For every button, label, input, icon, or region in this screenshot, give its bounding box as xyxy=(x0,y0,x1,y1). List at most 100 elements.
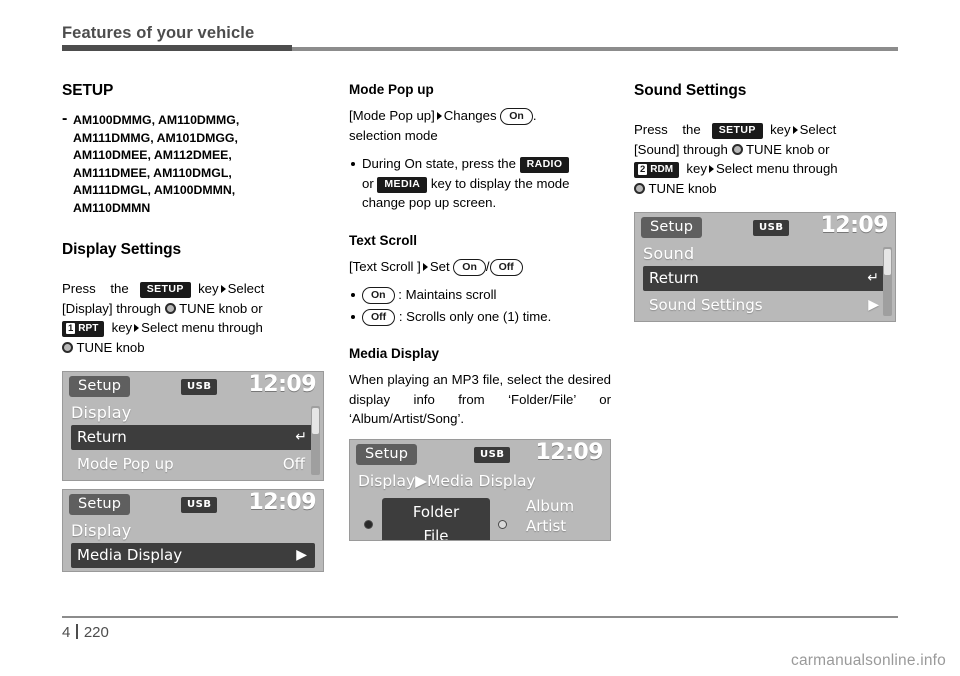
off-chip-bullet[interactable]: Off xyxy=(362,308,396,326)
usb-icon-4: USB xyxy=(753,220,790,236)
text-scroll-bullet-off: Off : Scrolls only one (1) time. xyxy=(349,307,611,327)
tune-knob-icon[interactable] xyxy=(164,302,176,314)
text-scroll-separator: / xyxy=(485,258,490,274)
sound-instr-key-2: key xyxy=(686,161,707,176)
footer-page: 220 xyxy=(83,624,109,641)
subsection-heading-text-scroll: Text Scroll xyxy=(349,232,418,248)
page-title: Features of your vehicle xyxy=(62,24,255,42)
return-arrow-icon-2: ↵ xyxy=(867,270,879,286)
arrow-right-icon-2 xyxy=(134,324,140,332)
option-artist-label: Artist xyxy=(526,516,567,535)
tune-knob-icon-2[interactable] xyxy=(62,341,73,353)
column-right: Sound Settings Press the SETUP key Select… xyxy=(634,82,896,322)
mode-bullet-1-text-c: key to display the mode xyxy=(430,175,570,191)
arrow-right-icon-6 xyxy=(708,165,714,173)
usb-icon-3: USB xyxy=(474,446,511,463)
lcd-tab-setup-1: Setup xyxy=(69,376,131,397)
setup-key-chip[interactable]: SETUP xyxy=(139,282,191,298)
lcd-clock-4: 12:09 xyxy=(820,213,888,238)
text-scroll-paragraph: [Text Scroll ] Set On / Off xyxy=(349,257,611,277)
section-heading-setup: SETUP xyxy=(62,82,114,99)
section-heading-sound-settings: Sound Settings xyxy=(634,82,747,99)
section-heading-display-settings: Display Settings xyxy=(62,241,181,258)
mode-bullet-1-text-a: During On state, press the xyxy=(362,156,516,171)
text-scroll-bracket-label: [Text Scroll ] xyxy=(349,258,421,274)
model-line-1: AM100DMMG, AM110DMMG, xyxy=(73,113,240,127)
lcd-row-return-sound-label: Return xyxy=(649,269,699,287)
lcd-clock-2: 12:09 xyxy=(248,490,316,515)
option-album-artist-song[interactable]: Album Artist Song xyxy=(526,496,575,540)
off-chip-text-scroll[interactable]: Off xyxy=(489,258,523,276)
model-list-dash: - xyxy=(62,110,68,127)
lcd-row-sound-settings[interactable]: Sound Settings ▶ xyxy=(643,293,887,318)
lcd-row-text-scroll[interactable]: Text Scroll On xyxy=(71,479,315,480)
lcd-row-return[interactable]: Return ↵ xyxy=(71,425,315,450)
radio-dot-folder-file[interactable] xyxy=(364,519,373,529)
mode-bullet-1-text-b: or xyxy=(362,175,374,191)
radio-key-chip[interactable]: RADIO xyxy=(519,157,570,173)
model-line-4: AM111DMEE, AM110DMGL, xyxy=(73,165,232,180)
lcd-clock-3: 12:09 xyxy=(535,439,603,465)
option-file-label: File xyxy=(423,526,449,541)
tune-knob-icon-3[interactable] xyxy=(731,143,743,155)
mode-bracket-label: [Mode Pop up] xyxy=(349,108,435,123)
lcd-topbar-4: Setup USB 12:09 xyxy=(635,213,895,243)
lcd-row-media-display-label: Media Display xyxy=(77,546,183,564)
sound-instr-tune-knob: TUNE knob xyxy=(648,180,717,196)
rpt-key-chip[interactable]: 1 RPT xyxy=(62,321,105,337)
model-line-6: AM110DMMN xyxy=(73,200,151,215)
scrollbar-thumb-2[interactable] xyxy=(884,249,891,276)
sound-instr-select: Select xyxy=(799,122,837,137)
lcd-row-return-label: Return xyxy=(77,428,127,446)
instr-select: Select xyxy=(227,281,265,296)
lcd-screen-display-settings: Setup USB 12:09 Display Return ↵ Mode Po… xyxy=(62,371,324,481)
text-scroll-bullet-on-text: : Maintains scroll xyxy=(398,287,497,302)
on-chip-text-scroll[interactable]: On xyxy=(453,258,486,276)
header-divider xyxy=(62,45,898,51)
page-header: Features of your vehicle xyxy=(62,24,898,51)
instr-key-2: key xyxy=(111,320,133,335)
lcd-row-mode-pop-up[interactable]: Mode Pop up Off xyxy=(71,452,315,477)
media-key-chip[interactable]: MEDIA xyxy=(377,176,428,193)
lcd-topbar-2: Setup USB 12:09 xyxy=(63,490,323,520)
option-folder-label: Folder xyxy=(412,502,460,521)
text-scroll-bullets: On : Maintains scroll Off : Scrolls only… xyxy=(349,285,611,326)
sound-instr-tune-knob-or: TUNE knob or xyxy=(745,141,830,157)
instr-tune-knob: TUNE knob xyxy=(76,339,145,355)
lcd-screen-media-display: Setup USB 12:09 Display▶Media Display Fo… xyxy=(349,438,611,541)
arrow-right-icon-4 xyxy=(422,262,428,271)
text-scroll-bullet-on: On : Maintains scroll xyxy=(349,285,611,305)
tune-knob-icon-4[interactable] xyxy=(634,182,645,194)
arrow-right-icon-5 xyxy=(792,126,798,134)
instr-select-menu: Select menu through xyxy=(141,320,263,335)
setup-key-chip-2[interactable]: SETUP xyxy=(711,123,763,139)
chevron-right-icon-1: ▶ xyxy=(296,547,307,563)
instr-press: Press xyxy=(62,281,96,296)
lcd-row-mode-pop-up-value: Off xyxy=(282,455,305,473)
instr-key: key xyxy=(198,281,219,296)
scrollbar-thumb-1[interactable] xyxy=(312,408,319,435)
lcd-row-text-scroll-value: On xyxy=(284,479,305,480)
lcd-row-media-display[interactable]: Media Display ▶ xyxy=(71,543,315,568)
radio-dot-album-artist-song[interactable] xyxy=(498,519,507,529)
scrollbar-2[interactable] xyxy=(883,247,892,316)
rdm-key-chip[interactable]: 2 RDM xyxy=(634,162,680,178)
lcd-row-virtual-sound[interactable]: Virtual Sound ▶ xyxy=(643,320,887,321)
watermark: carmanualsonline.info xyxy=(791,652,946,669)
sound-instr-select-menu: Select menu through xyxy=(715,161,838,176)
scrollbar-1[interactable] xyxy=(311,406,320,475)
mode-changes-label: Changes xyxy=(443,108,497,123)
subsection-heading-media-display: Media Display xyxy=(349,346,440,361)
lcd-row-return-sound[interactable]: Return ↵ xyxy=(643,266,887,291)
lcd-row-mode-pop-up-label: Mode Pop up xyxy=(77,455,174,473)
usb-icon-1: USB xyxy=(181,379,218,395)
subsection-heading-mode-pop-up: Mode Pop up xyxy=(349,82,434,97)
on-chip-mode[interactable]: On xyxy=(500,108,533,125)
footer-divider xyxy=(62,616,898,618)
column-middle: Mode Pop up [Mode Pop up] Changes On. sel… xyxy=(349,82,611,541)
rpt-key-label: RPT xyxy=(78,323,99,334)
rdm-key-number: 2 xyxy=(638,164,648,175)
on-chip-bullet[interactable]: On xyxy=(362,287,395,304)
option-album-label: Album xyxy=(526,496,575,515)
option-folder-file[interactable]: Folder File xyxy=(382,497,490,541)
